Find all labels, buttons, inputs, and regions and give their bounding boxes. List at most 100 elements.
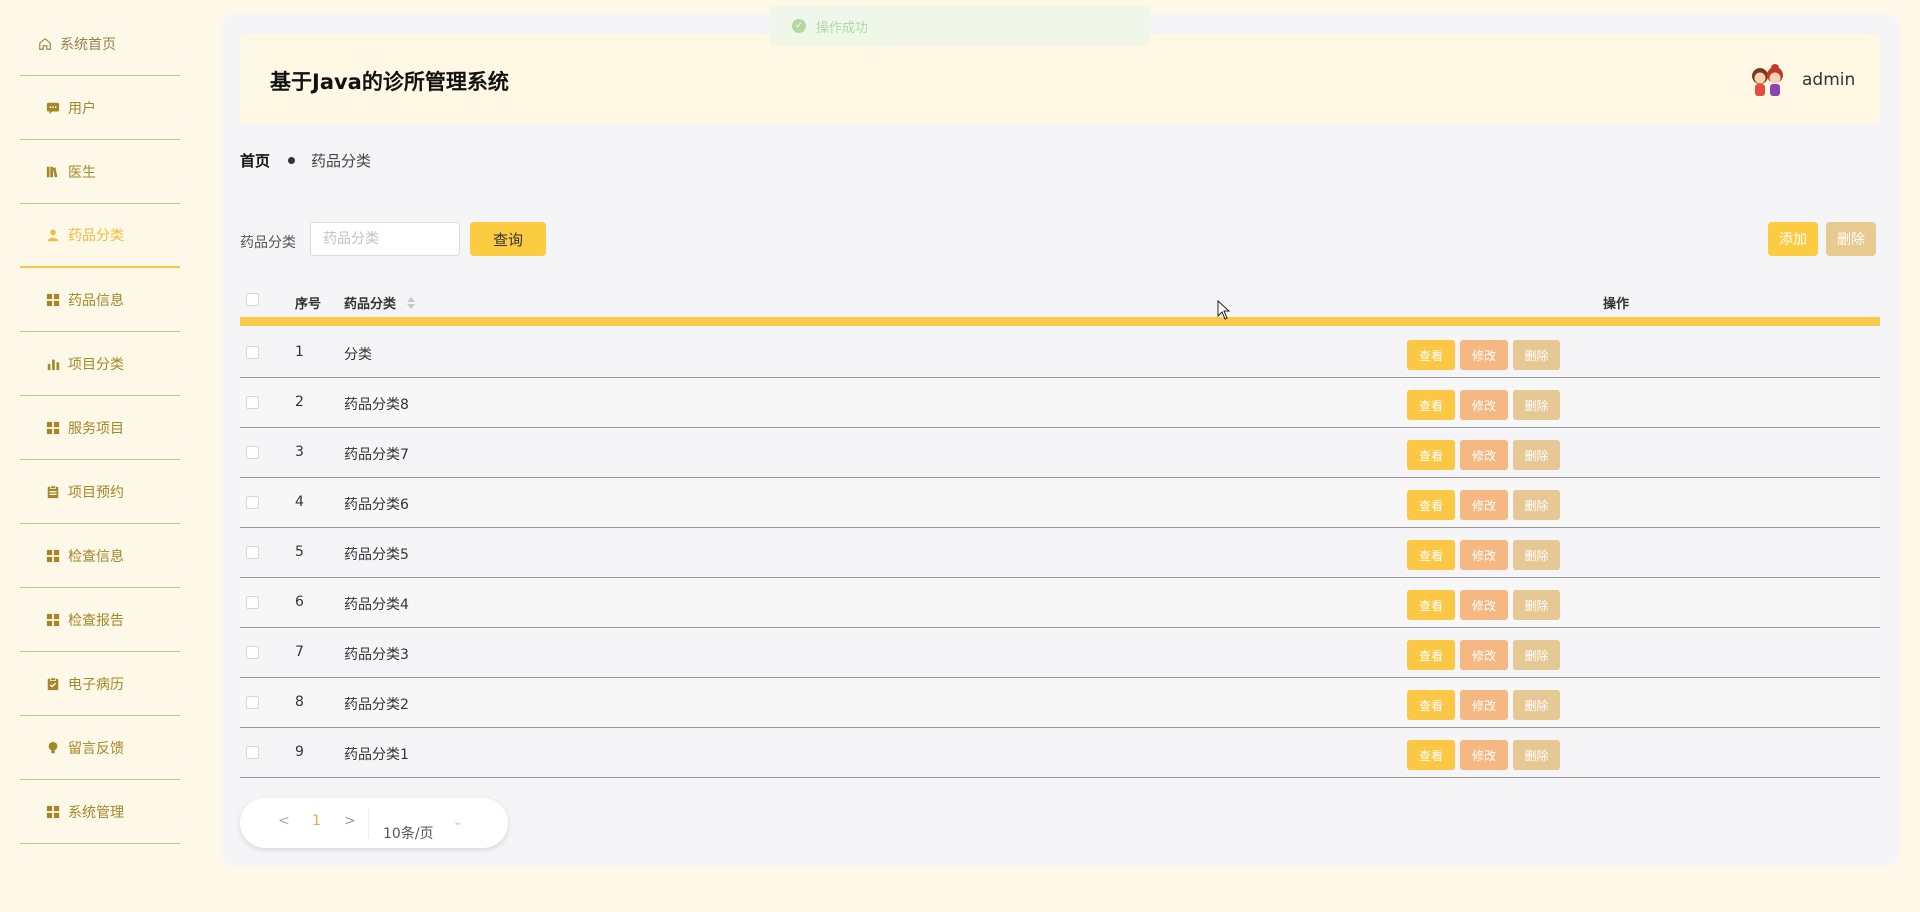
view-button[interactable]: 查看 (1407, 690, 1455, 720)
delete-button[interactable]: 删除 (1513, 340, 1560, 370)
sidebar-item-exam-report[interactable]: 检查报告 (20, 588, 180, 652)
select-all-checkbox[interactable] (246, 293, 259, 306)
toast-message: 操作成功 (816, 20, 869, 36)
column-category[interactable]: 药品分类 (344, 293, 415, 313)
header: 基于Java的诊所管理系统 admin (240, 34, 1880, 124)
delete-button[interactable]: 删除 (1513, 690, 1560, 720)
sidebar-item-drug-info[interactable]: 药品信息 (20, 268, 180, 332)
view-button[interactable]: 查看 (1407, 590, 1455, 620)
breadcrumb-current: 药品分类 (311, 152, 372, 170)
books-icon (46, 165, 60, 179)
sidebar-item-label: 项目分类 (68, 356, 124, 373)
row-category-name: 药品分类4 (344, 597, 409, 613)
breadcrumb-separator (288, 157, 296, 164)
page-number[interactable]: 1 (312, 813, 321, 829)
view-button[interactable]: 查看 (1407, 490, 1455, 520)
row-checkbox[interactable] (246, 546, 259, 559)
delete-button[interactable]: 删除 (1513, 490, 1560, 520)
sidebar-item-drug-category[interactable]: 药品分类 (20, 204, 180, 268)
sidebar-item-label: 系统首页 (60, 36, 116, 53)
pagination: < 1 > 10条/页 ⌄ (240, 798, 508, 848)
row-category-name: 药品分类5 (344, 547, 409, 563)
sidebar-item-label: 药品分类 (68, 228, 124, 244)
username[interactable]: admin (1802, 70, 1855, 90)
grid-icon (46, 805, 60, 819)
view-button[interactable]: 查看 (1407, 340, 1455, 370)
row-category-name: 药品分类6 (344, 497, 409, 513)
sidebar-item-exam-info[interactable]: 检查信息 (20, 524, 180, 588)
row-index: 4 (295, 494, 304, 510)
sidebar-item-label: 药品信息 (68, 292, 124, 309)
view-button[interactable]: 查看 (1407, 390, 1455, 420)
avatar[interactable] (1746, 58, 1790, 102)
delete-button[interactable]: 删除 (1513, 390, 1560, 420)
next-page-button[interactable]: > (344, 813, 356, 829)
table-row: 3 药品分类7 查看 修改 删除 (240, 428, 1880, 478)
row-checkbox[interactable] (246, 746, 259, 759)
sidebar-item-label: 留言反馈 (68, 740, 124, 757)
delete-button[interactable]: 删除 (1513, 590, 1560, 620)
view-button[interactable]: 查看 (1407, 740, 1455, 770)
sidebar-item-label: 用户 (68, 100, 96, 117)
edit-button[interactable]: 修改 (1460, 490, 1508, 520)
search-input[interactable] (310, 222, 460, 256)
row-checkbox[interactable] (246, 396, 259, 409)
edit-button[interactable]: 修改 (1460, 740, 1508, 770)
sidebar-item-medical-record[interactable]: 电子病历 (20, 652, 180, 716)
sidebar-item-services[interactable]: 服务项目 (20, 396, 180, 460)
mouse-cursor-icon (1217, 299, 1231, 324)
edit-button[interactable]: 修改 (1460, 640, 1508, 670)
page-size-value: 10条/页 (383, 826, 434, 842)
table-row: 9 药品分类1 查看 修改 删除 (240, 728, 1880, 778)
delete-button[interactable]: 删除 (1513, 540, 1560, 570)
delete-button[interactable]: 删除 (1513, 640, 1560, 670)
add-button[interactable]: 添加 (1768, 222, 1818, 256)
table-row: 4 药品分类6 查看 修改 删除 (240, 478, 1880, 528)
row-category-name: 药品分类2 (344, 697, 409, 713)
search-button[interactable]: 查询 (470, 222, 546, 256)
edit-button[interactable]: 修改 (1460, 690, 1508, 720)
edit-button[interactable]: 修改 (1460, 340, 1508, 370)
view-button[interactable]: 查看 (1407, 440, 1455, 470)
sidebar-item-appointments[interactable]: 项目预约 (20, 460, 180, 524)
delete-button[interactable]: 删除 (1513, 440, 1560, 470)
row-checkbox[interactable] (246, 496, 259, 509)
row-category-name: 药品分类7 (344, 447, 409, 463)
batch-delete-button[interactable]: 删除 (1826, 222, 1876, 256)
prev-page-button[interactable]: < (278, 813, 290, 829)
view-button[interactable]: 查看 (1407, 640, 1455, 670)
page-size-select[interactable]: 10条/页 ⌄ (368, 808, 468, 842)
grid-icon (46, 421, 60, 435)
chevron-down-icon: ⌄ (453, 815, 463, 828)
table-row: 7 药品分类3 查看 修改 删除 (240, 628, 1880, 678)
breadcrumb: 首页 药品分类 (240, 150, 371, 171)
sidebar-item-doctors[interactable]: 医生 (20, 140, 180, 204)
breadcrumb-home[interactable]: 首页 (240, 150, 270, 171)
row-index: 7 (295, 644, 304, 660)
sort-icon[interactable] (406, 296, 415, 313)
row-checkbox[interactable] (246, 646, 259, 659)
table-row: 2 药品分类8 查看 修改 删除 (240, 378, 1880, 428)
row-index: 9 (295, 744, 304, 760)
sidebar-item-home[interactable]: 系统首页 (20, 12, 180, 76)
edit-button[interactable]: 修改 (1460, 540, 1508, 570)
check-circle-icon: ✓ (792, 19, 806, 33)
row-checkbox[interactable] (246, 446, 259, 459)
row-checkbox[interactable] (246, 346, 259, 359)
row-checkbox[interactable] (246, 596, 259, 609)
edit-button[interactable]: 修改 (1460, 390, 1508, 420)
row-index: 5 (295, 544, 304, 560)
view-button[interactable]: 查看 (1407, 540, 1455, 570)
sidebar-item-system[interactable]: 系统管理 (20, 780, 180, 844)
sidebar-item-project-category[interactable]: 项目分类 (20, 332, 180, 396)
sidebar-item-feedback[interactable]: 留言反馈 (20, 716, 180, 780)
edit-button[interactable]: 修改 (1460, 440, 1508, 470)
sidebar-item-label: 检查信息 (68, 548, 124, 565)
sidebar-item-label: 检查报告 (68, 612, 124, 629)
table-row: 6 药品分类4 查看 修改 删除 (240, 578, 1880, 628)
row-checkbox[interactable] (246, 696, 259, 709)
edit-button[interactable]: 修改 (1460, 590, 1508, 620)
clipboard-check-icon (46, 677, 60, 691)
delete-button[interactable]: 删除 (1513, 740, 1560, 770)
sidebar-item-users[interactable]: 用户 (20, 76, 180, 140)
